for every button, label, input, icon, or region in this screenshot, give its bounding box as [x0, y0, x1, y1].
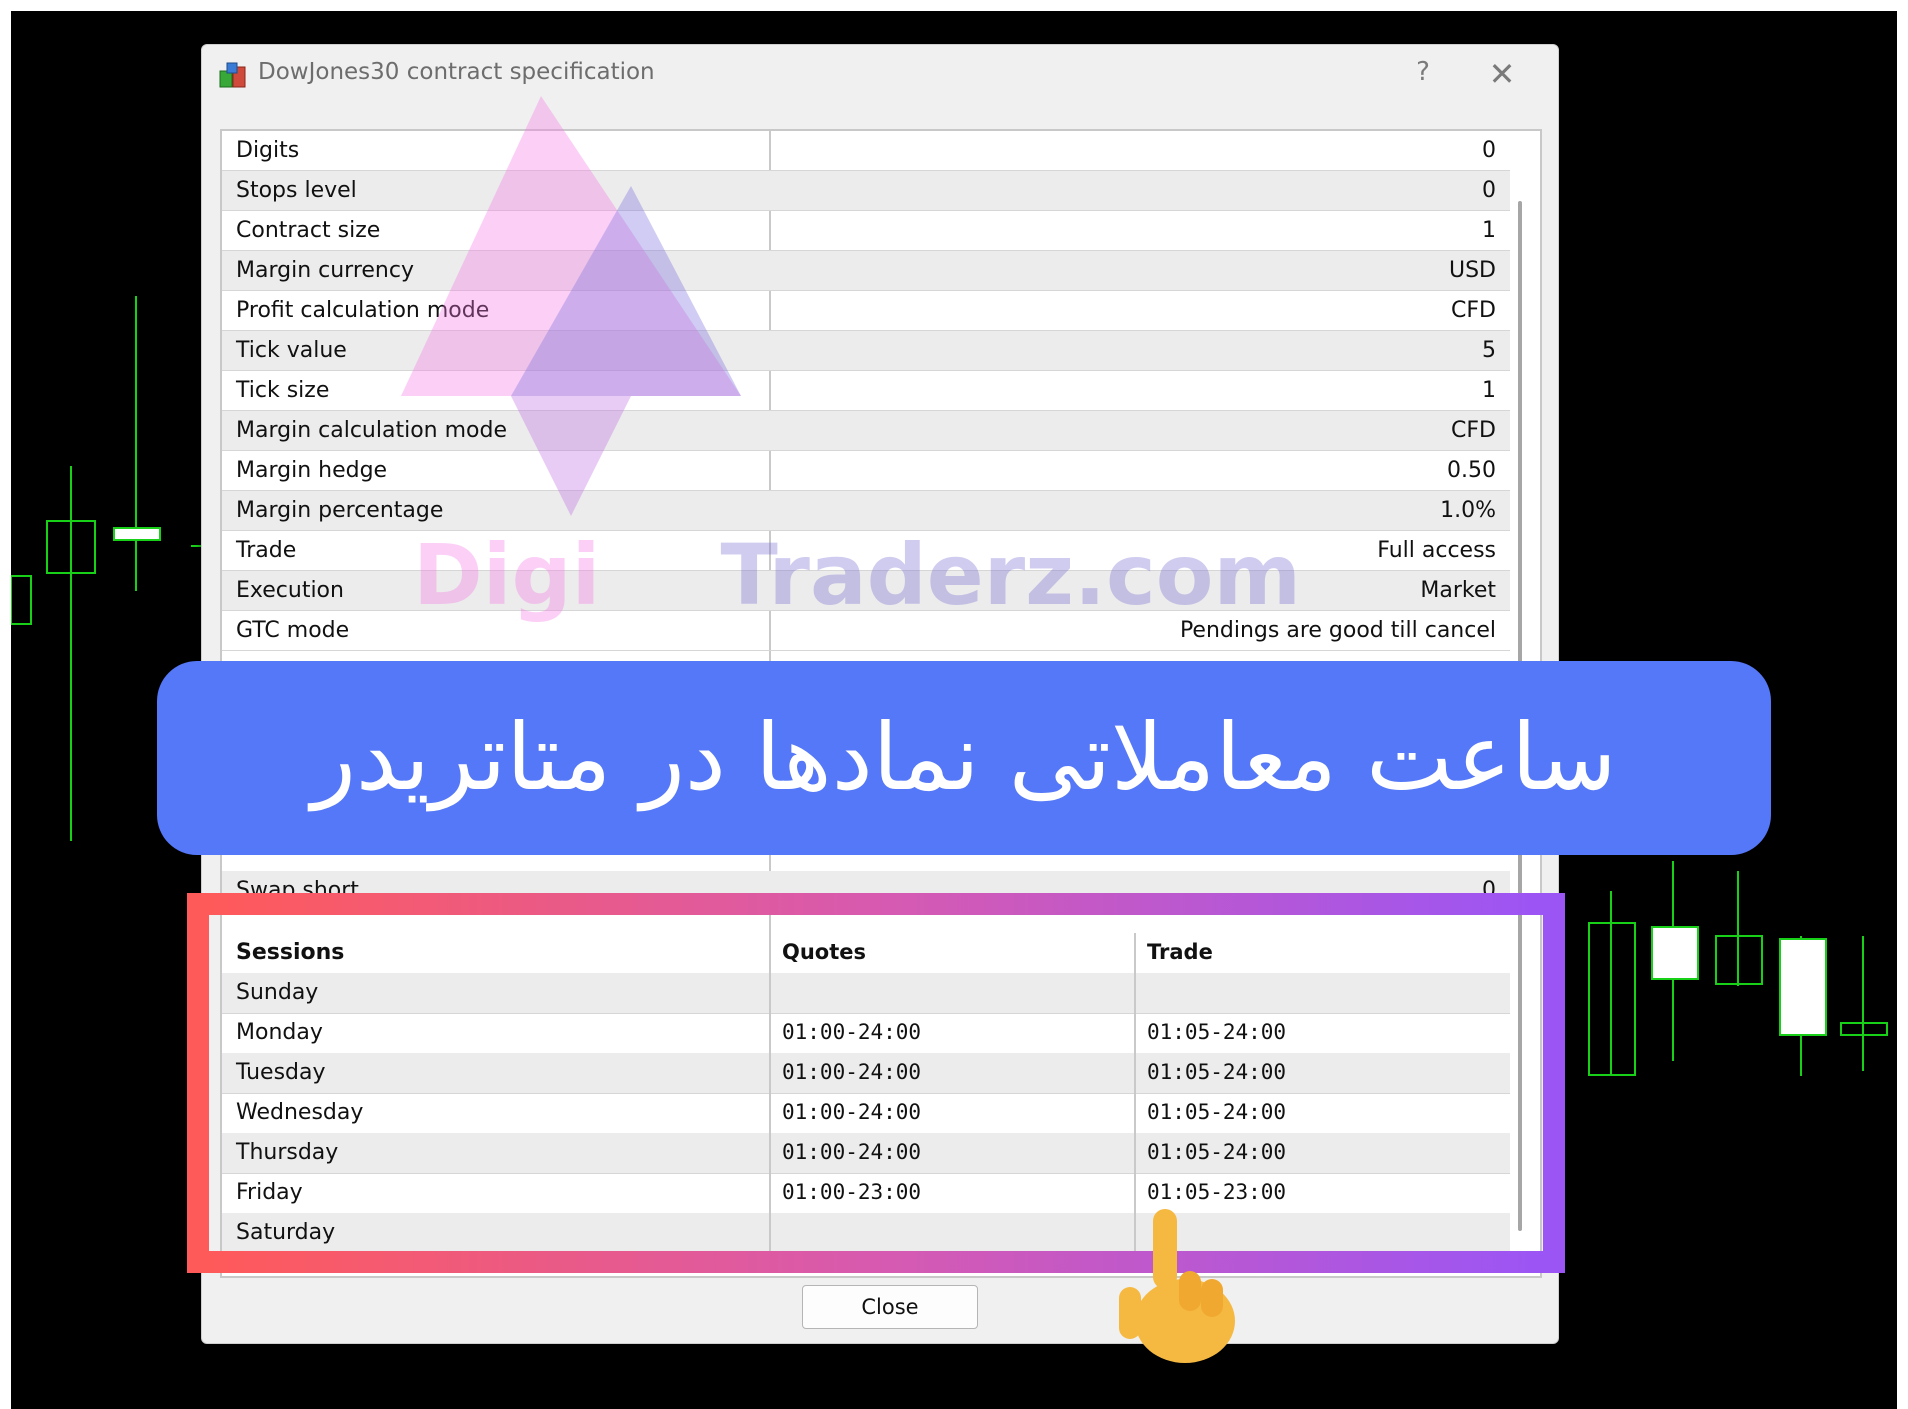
- property-value: 5: [1482, 338, 1496, 363]
- dialog-title: DowJones30 contract specification: [258, 59, 655, 85]
- property-name: Execution: [236, 578, 344, 603]
- property-value: 0: [1482, 178, 1496, 203]
- close-icon[interactable]: ✕: [1484, 55, 1520, 93]
- property-name: Tick value: [236, 338, 347, 363]
- help-button[interactable]: ?: [1408, 57, 1438, 87]
- sessions-highlight-frame: [187, 893, 1565, 1273]
- candle-body: [1779, 938, 1827, 1036]
- property-value: 0: [1482, 138, 1496, 163]
- property-value: 1.0%: [1440, 498, 1496, 523]
- property-row[interactable]: Margin hedge 0.50: [222, 451, 1510, 491]
- candle-body: [11, 575, 32, 625]
- property-name: Margin percentage: [236, 498, 444, 523]
- property-row[interactable]: Execution Market: [222, 571, 1510, 611]
- property-row[interactable]: Profit calculation mode CFD: [222, 291, 1510, 331]
- property-value: CFD: [1451, 418, 1496, 443]
- candle-body: [1651, 926, 1699, 980]
- property-name: Stops level: [236, 178, 357, 203]
- property-value: Pendings are good till cancel: [1179, 618, 1496, 643]
- candle-body: [113, 527, 161, 541]
- property-name: Margin hedge: [236, 458, 388, 483]
- property-name: Margin calculation mode: [236, 418, 507, 443]
- property-value: USD: [1448, 258, 1496, 283]
- close-button[interactable]: Close: [802, 1285, 978, 1329]
- property-name: Profit calculation mode: [236, 298, 490, 323]
- chart-background: DowJones30 contract specification ? ✕ Di…: [11, 11, 1897, 1409]
- property-name: Trade: [236, 538, 297, 563]
- property-name: Contract size: [236, 218, 381, 243]
- property-row[interactable]: Margin calculation mode CFD: [222, 411, 1510, 451]
- property-value: Market: [1420, 578, 1496, 603]
- property-row[interactable]: Tick value 5: [222, 331, 1510, 371]
- property-row[interactable]: Contract size 1: [222, 211, 1510, 251]
- property-name: Tick size: [236, 378, 330, 403]
- property-value: 1: [1482, 218, 1496, 243]
- property-row[interactable]: Stops level 0: [222, 171, 1510, 211]
- property-row[interactable]: Margin currency USD: [222, 251, 1510, 291]
- property-name: Digits: [236, 138, 300, 163]
- pointing-hand-icon: [1119, 1209, 1235, 1363]
- property-row[interactable]: Tick size 1: [222, 371, 1510, 411]
- property-row[interactable]: GTC mode Pendings are good till cancel: [222, 611, 1510, 651]
- property-value: 1: [1482, 378, 1496, 403]
- property-value: 0.50: [1447, 458, 1496, 483]
- property-row[interactable]: Margin percentage 1.0%: [222, 491, 1510, 531]
- property-value: CFD: [1451, 298, 1496, 323]
- app-icon: [219, 62, 246, 88]
- property-name: GTC mode: [236, 618, 350, 643]
- property-name: Margin currency: [236, 258, 414, 283]
- title-banner: ساعت معاملاتی نمادها در متاتریدر: [157, 661, 1771, 855]
- title-bar: DowJones30 contract specification ? ✕: [202, 45, 1558, 105]
- property-row[interactable]: Trade Full access: [222, 531, 1510, 571]
- property-value: Full access: [1377, 538, 1496, 563]
- property-row[interactable]: Digits 0: [222, 131, 1510, 171]
